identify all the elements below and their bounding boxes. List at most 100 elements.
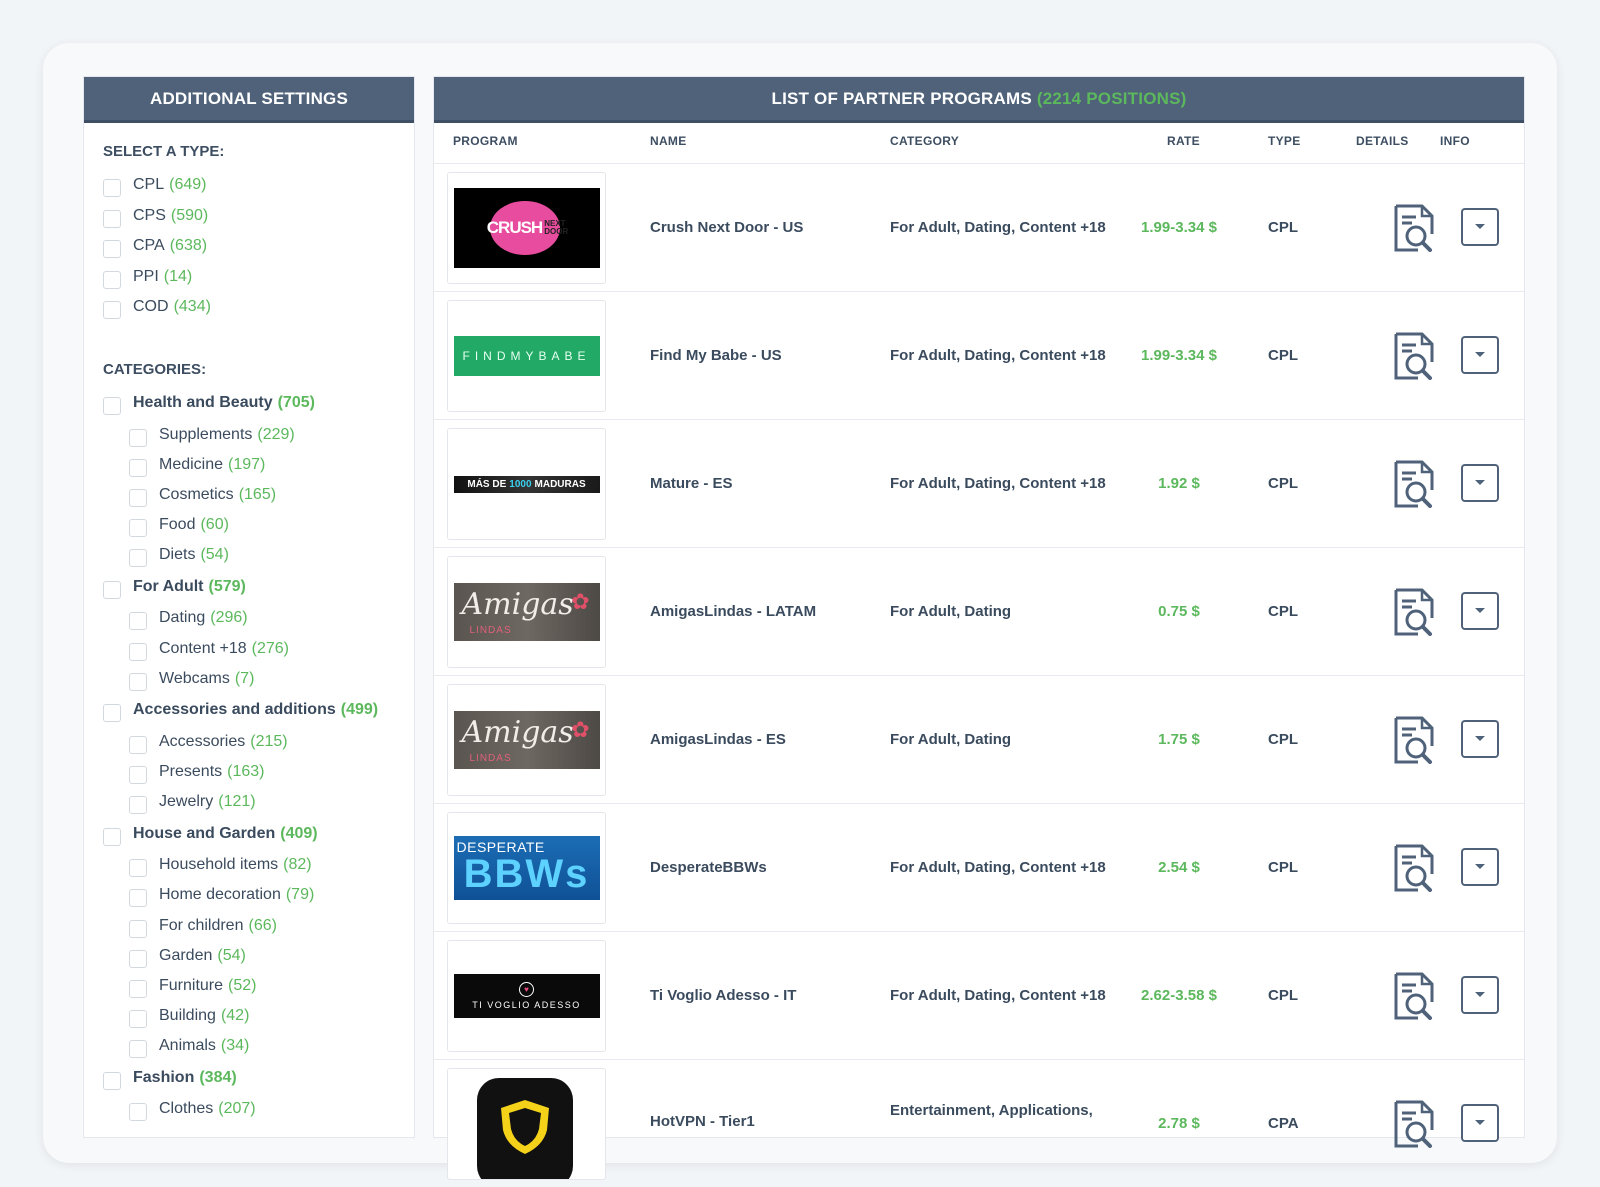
details-button[interactable] <box>1392 716 1436 769</box>
col-rate[interactable]: RATE <box>1167 134 1200 148</box>
program-name[interactable]: Find My Babe - US <box>650 347 782 364</box>
details-button[interactable] <box>1392 1100 1436 1153</box>
table-row[interactable]: ♥ TI VOGLIO ADESSO Ti Voglio Adesso - IT… <box>434 931 1524 1059</box>
checkbox[interactable] <box>103 580 121 599</box>
checkbox[interactable] <box>103 270 121 289</box>
program-logo[interactable]: FINDMYBABE <box>447 300 606 412</box>
details-button[interactable] <box>1392 588 1436 641</box>
program-name[interactable]: Ti Voglio Adesso - IT <box>650 987 796 1004</box>
category-option-dating[interactable]: Dating (296) <box>129 609 248 631</box>
checkbox[interactable] <box>103 1071 121 1090</box>
checkbox[interactable] <box>129 979 147 998</box>
category-option-clothes[interactable]: Clothes (207) <box>129 1100 256 1122</box>
program-logo[interactable]: ♥ TI VOGLIO ADESSO <box>447 940 606 1052</box>
details-button[interactable] <box>1392 844 1436 897</box>
info-button[interactable] <box>1461 720 1499 758</box>
category-option-supplements[interactable]: Supplements (229) <box>129 426 295 447</box>
details-button[interactable] <box>1392 332 1436 385</box>
category-option-furniture[interactable]: Furniture (52) <box>129 977 256 998</box>
category-option-webcams[interactable]: Webcams (7) <box>129 670 254 691</box>
checkbox[interactable] <box>129 458 147 477</box>
program-logo[interactable]: Amigas LINDAS ✿ <box>447 684 606 796</box>
table-row[interactable]: MÁS DE 1000 MADURAS Mature - ES For Adult,… <box>434 419 1524 547</box>
category-option-accessories-and-additions[interactable]: Accessories and additions (499) <box>103 701 378 723</box>
category-option-for-adult[interactable]: For Adult (579) <box>103 578 246 599</box>
checkbox[interactable] <box>129 1010 147 1029</box>
category-option-for-children[interactable]: For children (66) <box>129 917 277 938</box>
category-option-fashion[interactable]: Fashion (384) <box>103 1069 237 1090</box>
category-option-jewelry[interactable]: Jewelry (121) <box>129 793 256 815</box>
info-button[interactable] <box>1461 464 1499 502</box>
category-option-home-decoration[interactable]: Home decoration (79) <box>129 886 314 908</box>
type-option-cod[interactable]: COD (434) <box>103 298 211 319</box>
table-row[interactable]: Amigas LINDAS ✿ AmigasLindas - ES For Ad… <box>434 675 1524 803</box>
info-button[interactable] <box>1461 336 1499 374</box>
program-name[interactable]: Mature - ES <box>650 475 733 492</box>
category-option-animals[interactable]: Animals (34) <box>129 1037 249 1059</box>
checkbox[interactable] <box>103 704 121 723</box>
checkbox[interactable] <box>103 827 121 846</box>
col-type[interactable]: TYPE <box>1268 134 1301 148</box>
col-category[interactable]: CATEGORY <box>890 134 959 148</box>
category-option-garden[interactable]: Garden (54) <box>129 947 246 968</box>
checkbox[interactable] <box>103 179 121 197</box>
checkbox[interactable] <box>103 397 121 415</box>
category-option-cosmetics[interactable]: Cosmetics (165) <box>129 486 276 507</box>
program-logo[interactable]: MÁS DE 1000 MADURAS <box>447 428 606 540</box>
checkbox[interactable] <box>129 428 147 447</box>
program-logo[interactable] <box>447 1068 606 1180</box>
table-row[interactable]: CRUSH NEXT DOOR Crush Next Door - US For… <box>434 163 1524 291</box>
program-logo[interactable]: DESPERATE BBWs <box>447 812 606 924</box>
program-logo[interactable]: CRUSH NEXT DOOR <box>447 172 606 284</box>
info-button[interactable] <box>1461 848 1499 886</box>
table-row[interactable]: DESPERATE BBWs DesperateBBWs For Adult, … <box>434 803 1524 931</box>
table-row[interactable]: Amigas LINDAS ✿ AmigasLindas - LATAM For… <box>434 547 1524 675</box>
checkbox[interactable] <box>129 765 147 784</box>
col-name[interactable]: NAME <box>650 134 687 148</box>
category-option-house-and-garden[interactable]: House and Garden (409) <box>103 825 318 846</box>
checkbox[interactable] <box>103 301 121 319</box>
category-option-accessories[interactable]: Accessories (215) <box>129 733 288 754</box>
checkbox[interactable] <box>103 240 121 258</box>
info-button[interactable] <box>1461 976 1499 1014</box>
checkbox[interactable] <box>129 672 147 691</box>
checkbox[interactable] <box>129 519 147 538</box>
col-program[interactable]: PROGRAM <box>453 134 518 148</box>
checkbox[interactable] <box>103 209 121 228</box>
category-option-diets[interactable]: Diets (54) <box>129 546 229 568</box>
checkbox[interactable] <box>129 919 147 938</box>
checkbox[interactable] <box>129 488 147 507</box>
program-name[interactable]: DesperateBBWs <box>650 859 767 876</box>
program-name[interactable]: Crush Next Door - US <box>650 219 803 236</box>
info-button[interactable] <box>1461 1104 1499 1142</box>
details-button[interactable] <box>1392 204 1436 257</box>
details-button[interactable] <box>1392 460 1436 513</box>
type-option-ppi[interactable]: PPI (14) <box>103 268 192 289</box>
category-option-building[interactable]: Building (42) <box>129 1007 249 1029</box>
checkbox[interactable] <box>129 859 147 878</box>
checkbox[interactable] <box>129 612 147 631</box>
info-button[interactable] <box>1461 592 1499 630</box>
category-option-household-items[interactable]: Household items (82) <box>129 856 312 878</box>
program-name[interactable]: AmigasLindas - ES <box>650 731 786 748</box>
table-row[interactable]: HotVPN - Tier1 Entertainment, Applicatio… <box>434 1059 1524 1187</box>
category-option-medicine[interactable]: Medicine (197) <box>129 456 265 477</box>
checkbox[interactable] <box>129 949 147 968</box>
details-button[interactable] <box>1392 972 1436 1025</box>
checkbox[interactable] <box>129 642 147 661</box>
type-option-cpa[interactable]: CPA (638) <box>103 237 207 258</box>
category-option-health-and-beauty[interactable]: Health and Beauty (705) <box>103 394 315 415</box>
info-button[interactable] <box>1461 208 1499 246</box>
type-option-cpl[interactable]: CPL (649) <box>103 176 206 197</box>
program-name[interactable]: AmigasLindas - LATAM <box>650 603 816 620</box>
program-logo[interactable]: Amigas LINDAS ✿ <box>447 556 606 668</box>
checkbox[interactable] <box>129 549 147 568</box>
table-row[interactable]: FINDMYBABE Find My Babe - US For Adult, … <box>434 291 1524 419</box>
checkbox[interactable] <box>129 796 147 815</box>
program-name[interactable]: HotVPN - Tier1 <box>650 1113 755 1130</box>
checkbox[interactable] <box>129 889 147 908</box>
category-option-food[interactable]: Food (60) <box>129 516 229 538</box>
checkbox[interactable] <box>129 1103 147 1122</box>
type-option-cps[interactable]: CPS (590) <box>103 207 208 228</box>
category-option-presents[interactable]: Presents (163) <box>129 763 265 784</box>
